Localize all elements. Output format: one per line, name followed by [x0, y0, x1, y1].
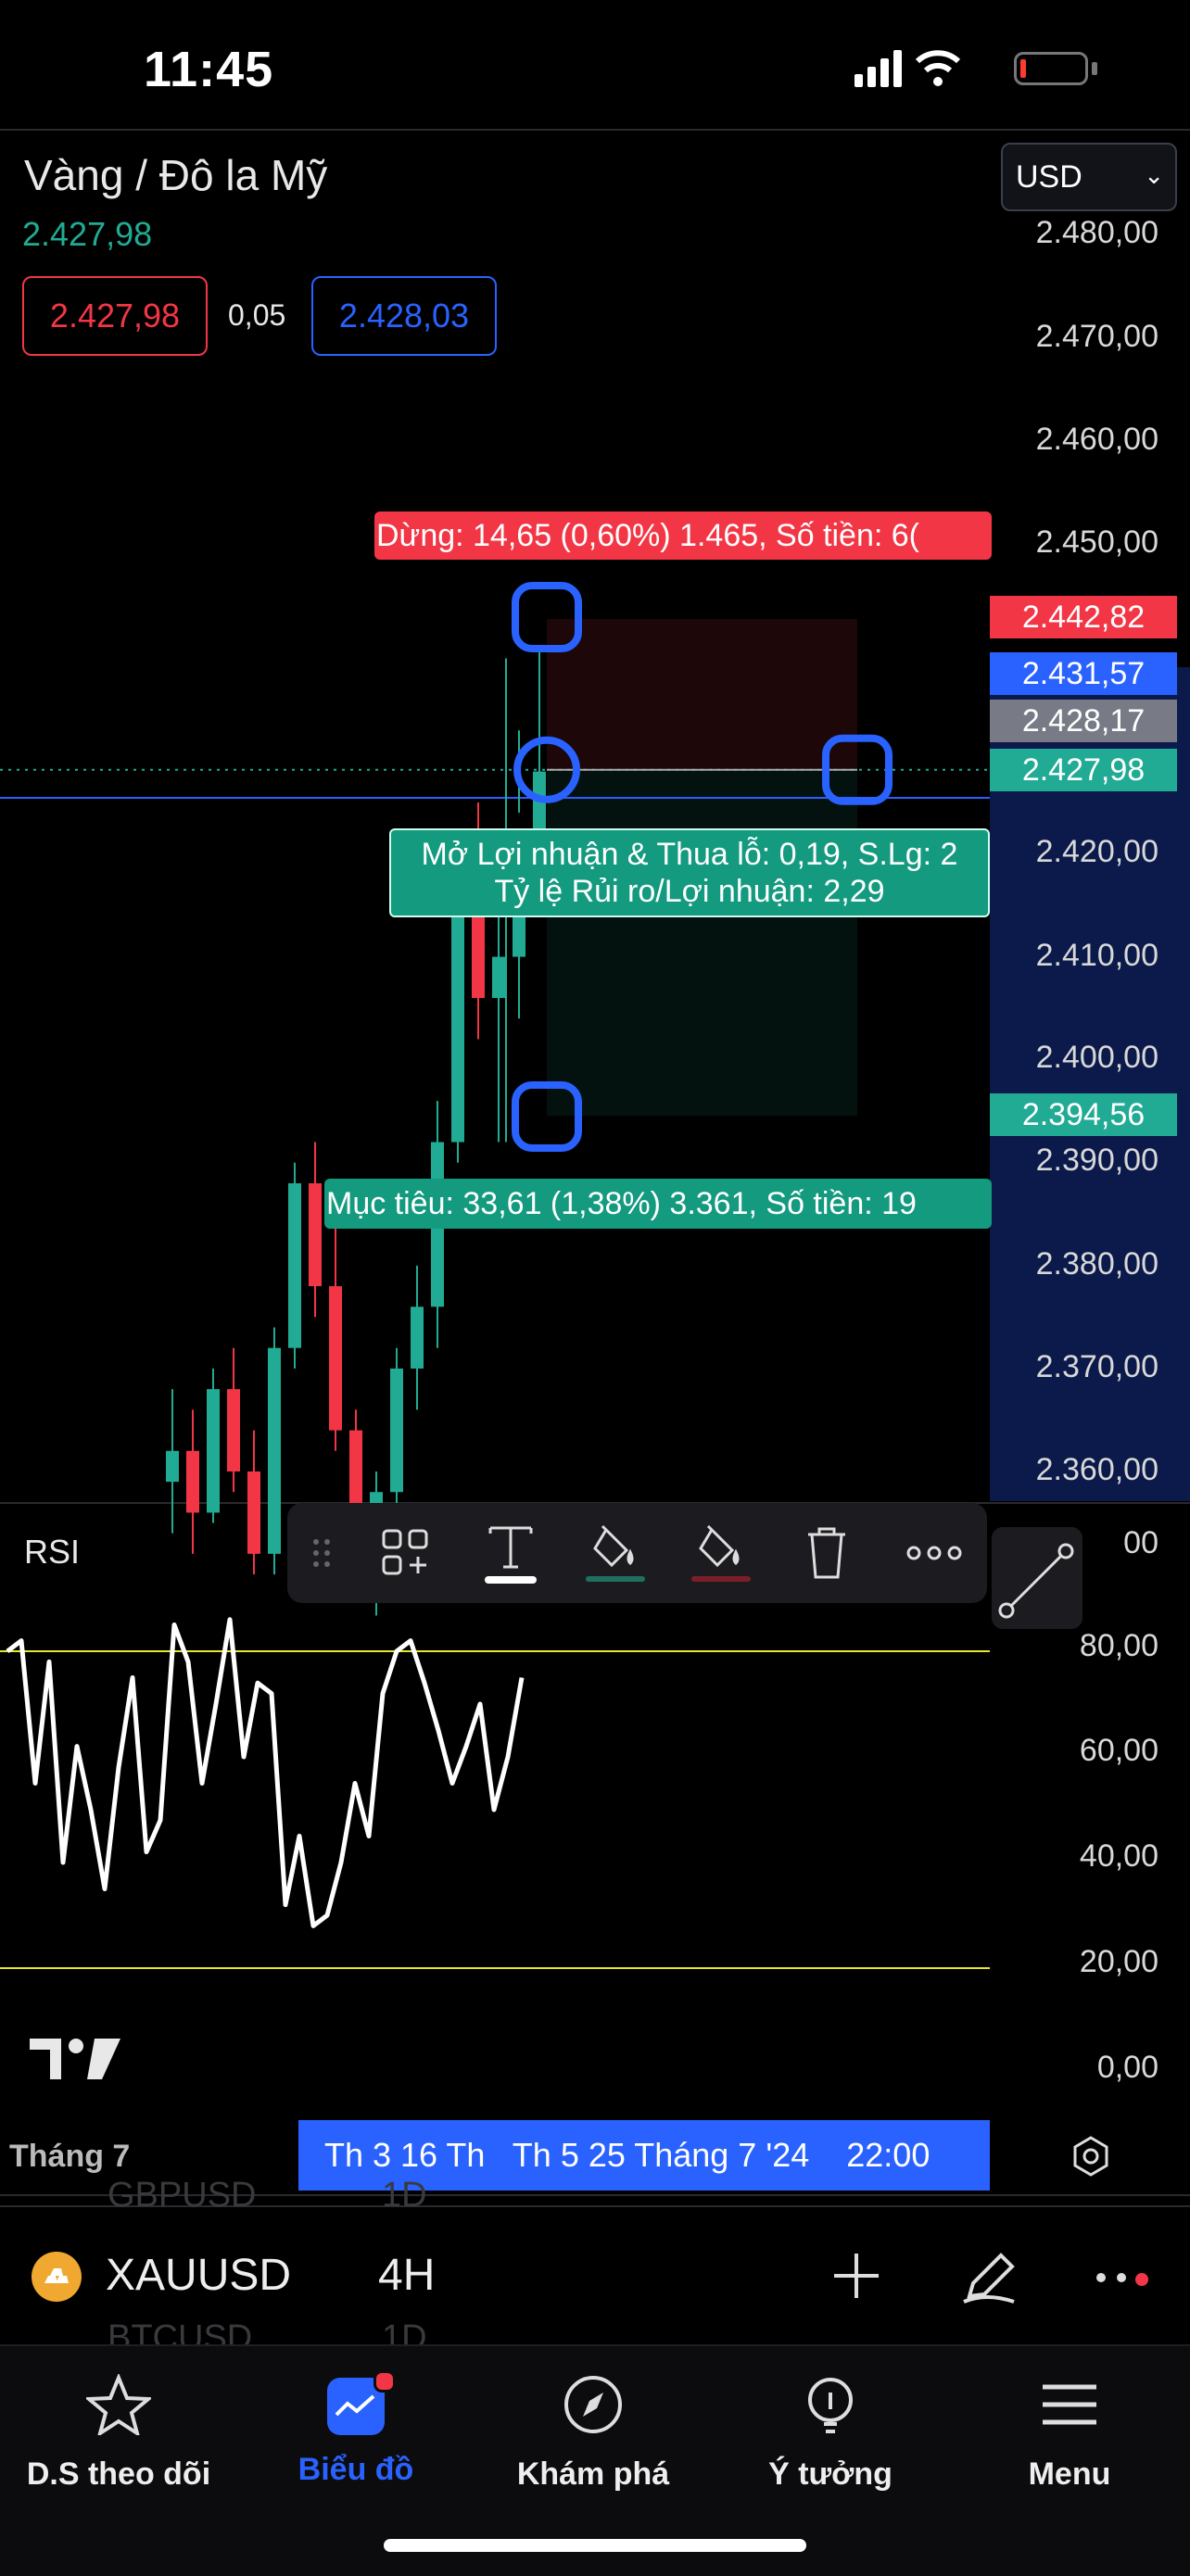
border-color-icon[interactable] [688, 1520, 754, 1586]
candle-body [166, 1450, 179, 1483]
candle-body [288, 1182, 301, 1348]
target-price-tag: 2.394,56 [990, 1093, 1177, 1136]
tradingview-logo [30, 2039, 120, 2079]
candle-body [329, 1286, 342, 1431]
star-icon [83, 2372, 154, 2438]
pnl-line-1: Mở Lợi nhuận & Thua lỗ: 0,19, S.Lg: 2 [421, 837, 958, 872]
tab-watchlist[interactable]: D.S theo dõi [7, 2372, 230, 2493]
rsi-axis-label: 60,00 [1079, 1733, 1158, 1768]
home-indicator [384, 2539, 806, 2552]
more-icon[interactable] [1094, 2267, 1158, 2294]
candle-body [227, 1389, 240, 1471]
candle-body [492, 956, 505, 999]
rsi-line [6, 1617, 525, 1928]
stop-label[interactable]: Dừng: 14,65 (0,60%) 1.465, Số tiền: 6( [374, 511, 992, 560]
last-price: 2.427,98 [22, 215, 153, 253]
tab-label: Biểu đồ [298, 2452, 414, 2487]
price-axis-label: 2.420,00 [1035, 834, 1158, 869]
rsi-axis-label: 20,00 [1079, 1944, 1158, 1979]
drag-handle-icon[interactable] [289, 1520, 356, 1586]
currency-value: USD [1016, 158, 1082, 195]
rsi-label: RSI [24, 1533, 81, 1571]
trend-line-tool[interactable] [992, 1527, 1082, 1629]
pnl-line-2: Tỷ lệ Rủi ro/Lợi nhuận: 2,29 [494, 874, 885, 909]
hamburger-icon [1043, 2384, 1096, 2425]
candle-body [186, 1450, 199, 1513]
tab-label: Menu [1028, 2456, 1111, 2492]
rsi-axis-label: 0,00 [1096, 2050, 1158, 2085]
add-to-group-icon[interactable] [373, 1520, 439, 1586]
compass-icon [564, 2376, 622, 2433]
buy-button[interactable]: 2.428,03 [311, 276, 497, 356]
chevron-down-icon: ⌄ [1144, 161, 1164, 189]
ghost-interval: 1D [382, 2176, 427, 2215]
currency-select[interactable]: USD ⌄ [1001, 143, 1177, 211]
tab-label: Ý tưởng [768, 2456, 892, 2492]
price-axis-label: 2.380,00 [1035, 1246, 1158, 1282]
chart-icon [323, 2370, 396, 2435]
trend-line-icon [998, 1543, 1074, 1619]
drawing-toolbar [287, 1503, 987, 1603]
more-options-icon[interactable] [901, 1520, 968, 1586]
stop-price-tag: 2.442,82 [990, 596, 1177, 638]
price-axis-label: 2.470,00 [1035, 319, 1158, 354]
candle-body [247, 1471, 260, 1554]
candle-body [309, 1182, 322, 1287]
candle-body [268, 1347, 281, 1554]
price-axis-label: 2.460,00 [1035, 422, 1158, 457]
symbol-bar: GBPUSD 1D BTCUSD 1D XAUUSD 4H [0, 2176, 1190, 2357]
candle-body [207, 1389, 220, 1513]
tab-menu[interactable]: Menu [958, 2374, 1181, 2493]
blue-price-tag: 2.431,57 [990, 652, 1177, 695]
target-label[interactable]: Mục tiêu: 33,61 (1,38%) 3.361, Số tiền: … [324, 1179, 992, 1229]
spread-value: 0,05 [228, 298, 286, 332]
tab-label: Khám phá [516, 2456, 670, 2492]
price-axis-label: 2.400,00 [1035, 1040, 1158, 1075]
tab-explore[interactable]: Khám phá [482, 2374, 704, 2493]
time-axis-month: Tháng 7 [9, 2139, 131, 2174]
plus-icon[interactable] [830, 2250, 882, 2302]
price-axis-label: 2.480,00 [1035, 215, 1158, 250]
ghost-symbol: GBPUSD [108, 2176, 257, 2215]
price-axis-label: 2.360,00 [1035, 1452, 1158, 1487]
tab-ideas[interactable]: Ý tưởng [719, 2374, 942, 2493]
candle-body [451, 915, 464, 1143]
current-price-tag: 2.427,98 [990, 749, 1177, 791]
candle-body [411, 1307, 424, 1369]
pen-icon[interactable] [958, 2246, 1021, 2307]
settings-icon[interactable] [1070, 2135, 1112, 2178]
candle-body [472, 915, 485, 999]
fill-color-icon[interactable] [582, 1520, 649, 1586]
sell-button[interactable]: 2.427,98 [22, 276, 208, 356]
rsi-axis-label: 40,00 [1079, 1838, 1158, 1874]
entry-price-tag: 2.428,17 [990, 700, 1177, 742]
rsi-axis-label: 80,00 [1079, 1628, 1158, 1663]
stop-zone [547, 619, 857, 770]
symbol-name[interactable]: XAUUSD [106, 2250, 291, 2301]
trash-icon[interactable] [793, 1520, 860, 1586]
pnl-label[interactable]: Mở Lợi nhuận & Thua lỗ: 0,19, S.Lg: 2 Tỷ… [389, 828, 990, 917]
symbol-title: Vàng / Đô la Mỹ [24, 151, 328, 199]
lightbulb-icon [808, 2378, 853, 2433]
price-axis-label: 2.450,00 [1035, 524, 1158, 560]
target-zone [547, 769, 857, 1117]
price-axis-label: 2.410,00 [1035, 938, 1158, 973]
price-axis-label: 2.370,00 [1035, 1349, 1158, 1384]
price-axis-label: 2.390,00 [1035, 1143, 1158, 1178]
candle-body [390, 1368, 403, 1493]
text-icon[interactable] [477, 1520, 544, 1586]
gold-icon [32, 2252, 82, 2302]
interval-button[interactable]: 4H [378, 2250, 435, 2301]
tab-chart[interactable]: Biểu đồ [245, 2370, 467, 2488]
tab-label: D.S theo dõi [26, 2456, 211, 2492]
